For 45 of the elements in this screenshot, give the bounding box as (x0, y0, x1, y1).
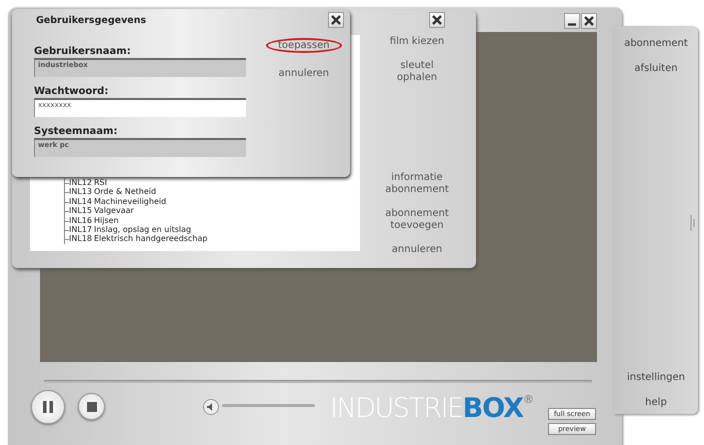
item-code: INL16 (69, 216, 92, 226)
menu-item[interactable]: instellingen (627, 372, 685, 383)
progress-track[interactable] (44, 380, 592, 383)
volume-slider[interactable] (222, 404, 315, 407)
close-icon (584, 16, 594, 26)
tree-item[interactable]: Elektrisch handgereedschap (94, 234, 208, 244)
item-code: INL14 (69, 196, 92, 206)
menu-item[interactable]: abonnement toevoegen (384, 208, 450, 232)
stop-icon (86, 402, 96, 412)
tree-item[interactable]: Orde & Netheid (94, 187, 156, 197)
dialog-title: Gebruikersgegevens (36, 15, 146, 26)
menu-item[interactable]: help (645, 397, 667, 408)
pause-icon (41, 400, 55, 414)
item-code: INL12 (69, 178, 92, 188)
stop-button[interactable] (78, 393, 105, 420)
close-button[interactable] (581, 13, 597, 29)
close-button[interactable] (429, 12, 445, 28)
item-code: INL17 (69, 225, 92, 234)
item-code: INL13 (69, 187, 92, 197)
tree-item[interactable]: Inslag, opslag en uitslag (94, 225, 192, 234)
tree-item[interactable]: Hijsen (94, 216, 119, 226)
menu-item[interactable]: film kiezen (384, 36, 450, 48)
minimize-button[interactable] (564, 13, 580, 29)
menu-item[interactable]: afsluiten (634, 63, 678, 74)
menu-item[interactable]: abonnement (624, 38, 688, 49)
field-label: Gebruikersnaam: (34, 45, 132, 58)
item-code: INL18 (69, 234, 92, 244)
grip-icon (690, 215, 696, 231)
action-link[interactable]: annuleren (268, 66, 340, 81)
tree-item[interactable]: RSI (94, 178, 107, 188)
action-link[interactable]: toepassen (266, 38, 342, 53)
field-label: Systeemnaam: (34, 125, 118, 138)
menu-item[interactable]: annuleren (384, 244, 450, 256)
speaker-icon[interactable] (203, 399, 219, 415)
menu-item[interactable]: sleutel ophalen (384, 60, 450, 84)
close-button[interactable] (328, 12, 344, 28)
menu-item[interactable]: informatie abonnement (384, 172, 450, 196)
pause-button[interactable] (31, 390, 65, 424)
close-icon (432, 15, 442, 25)
item-code: INL15 (69, 206, 92, 216)
tree-item[interactable]: Machineveiligheid (94, 196, 166, 206)
field-label: Wachtwoord: (34, 85, 110, 98)
minimize-icon (568, 22, 576, 26)
close-icon (331, 15, 341, 25)
tree-item[interactable]: Valgevaar (94, 206, 134, 216)
